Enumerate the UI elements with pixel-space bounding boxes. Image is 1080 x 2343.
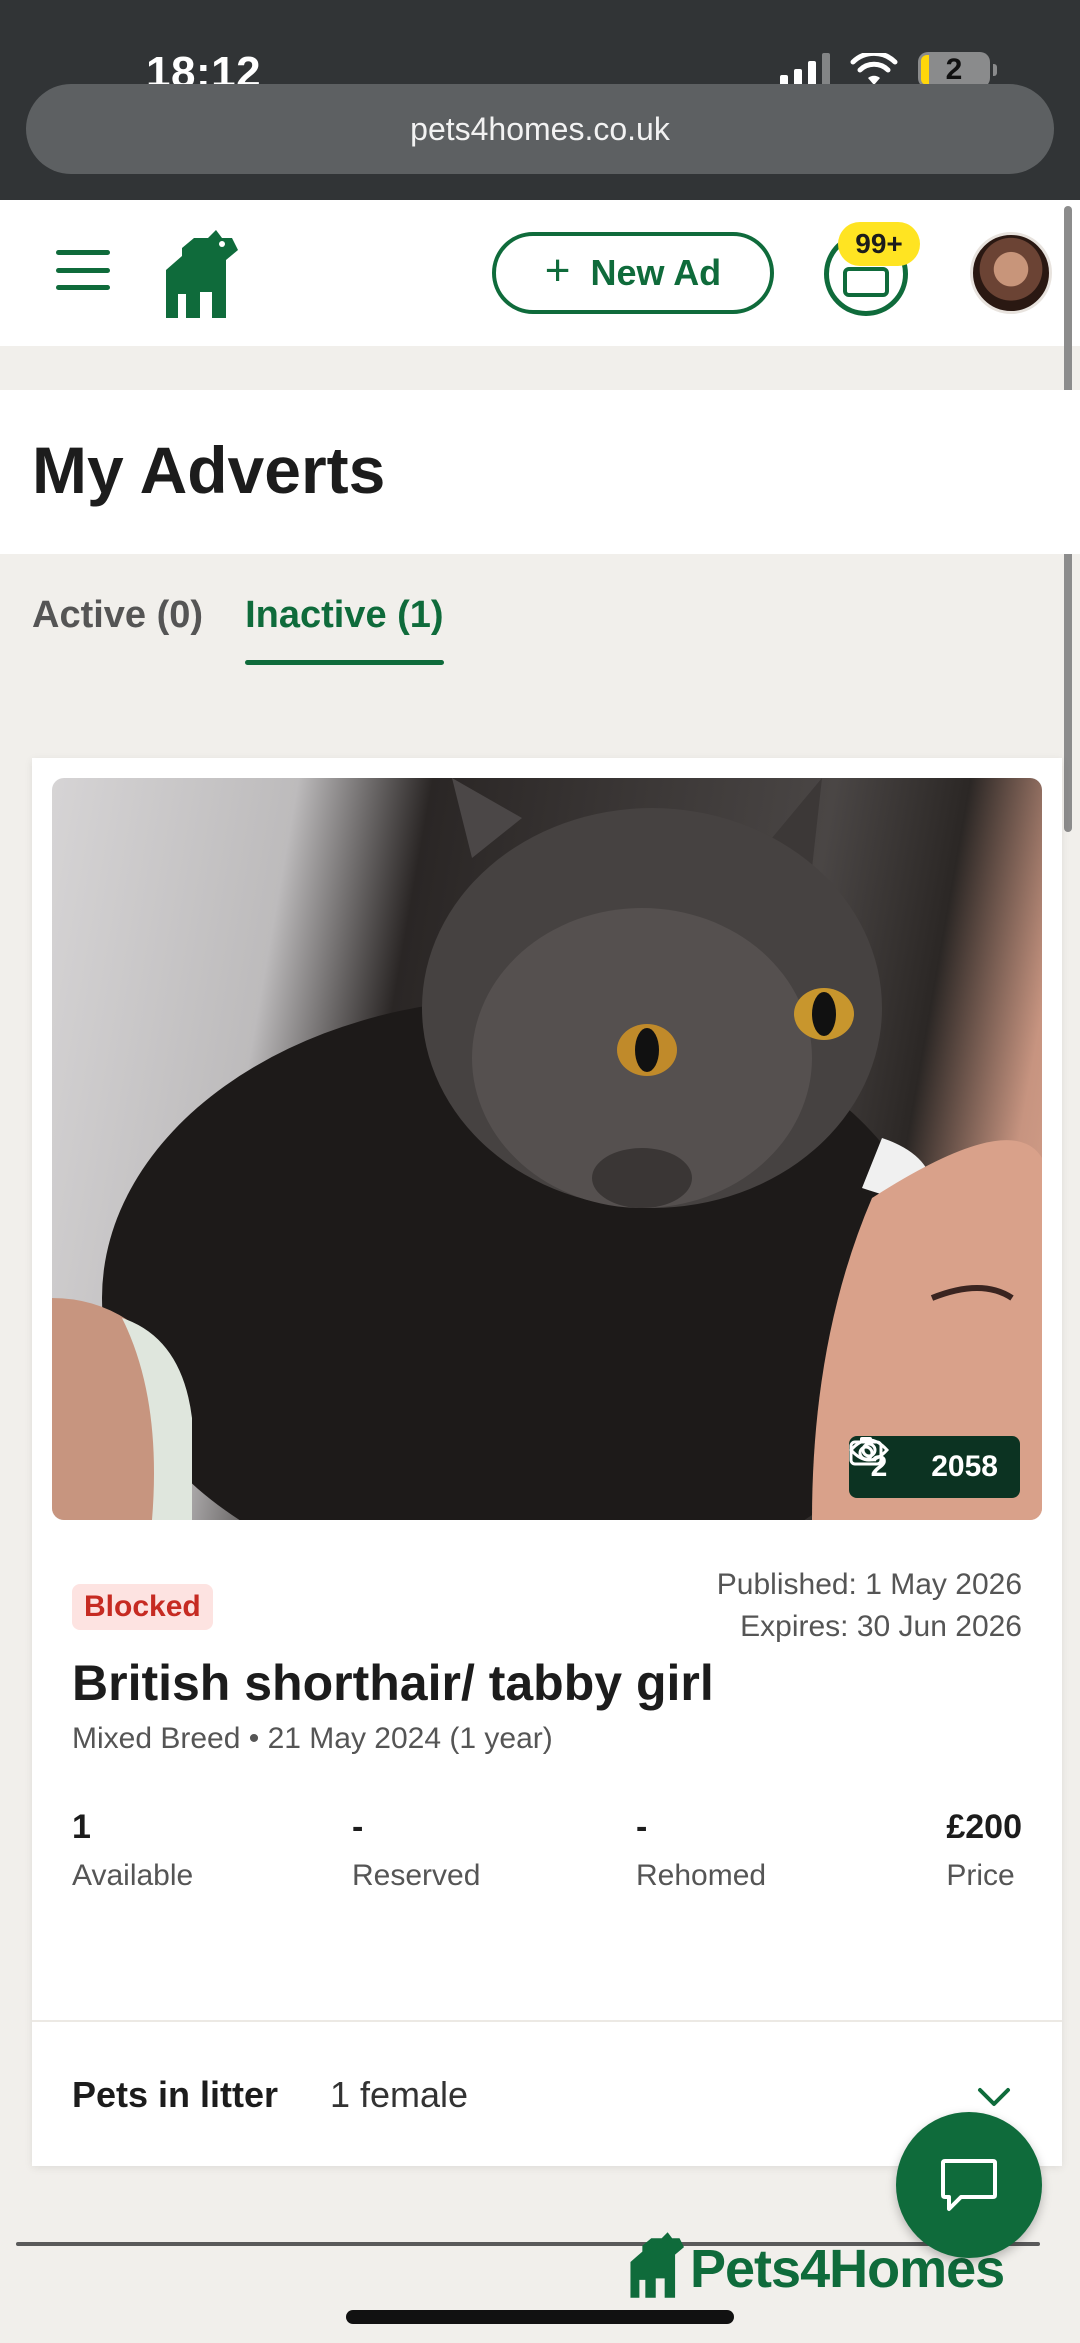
advert-card[interactable]: 2 2058 Blocked Published: 1 May 2026 Exp… <box>32 758 1062 2166</box>
home-indicator[interactable] <box>346 2310 734 2324</box>
messages-count-badge: 99+ <box>838 222 920 266</box>
stat-available: 1 Available <box>72 1808 193 1893</box>
battery-icon: 2 <box>918 52 997 88</box>
page-title: My Adverts <box>32 433 386 507</box>
stat-reserved-label: Reserved <box>352 1859 481 1892</box>
stat-rehomed-value: - <box>636 1808 648 1846</box>
stat-reserved: - Reserved <box>352 1808 480 1893</box>
url-bar[interactable]: pets4homes.co.uk <box>26 84 1054 174</box>
battery-level: 2 <box>945 53 963 86</box>
stat-reserved-value: - <box>352 1808 364 1846</box>
expires-date: Expires: 30 Jun 2026 <box>740 1610 1022 1643</box>
stat-available-label: Available <box>72 1859 194 1892</box>
menu-icon[interactable] <box>56 250 110 290</box>
advert-photo[interactable]: 2 2058 <box>52 778 1042 1520</box>
avatar[interactable] <box>970 232 1052 314</box>
chat-button[interactable] <box>896 2112 1042 2258</box>
advert-title[interactable]: British shorthair/ tabby girl <box>72 1654 714 1712</box>
site-header: + New Ad 99+ <box>0 200 1080 346</box>
cellular-signal-icon <box>780 53 830 87</box>
published-date: Published: 1 May 2026 <box>716 1568 1022 1601</box>
pets4homes-footer-logo-icon <box>630 2232 684 2298</box>
tab-active[interactable]: Active (0) <box>32 594 203 665</box>
url-text: pets4homes.co.uk <box>410 110 670 147</box>
wifi-icon <box>850 53 898 85</box>
litter-value: 1 female <box>330 2074 469 2115</box>
status-icons: 2 <box>780 52 997 88</box>
new-ad-label: New Ad <box>590 252 722 293</box>
plus-icon: + <box>544 246 571 295</box>
pets4homes-logo-icon[interactable] <box>160 230 238 318</box>
chevron-down-icon[interactable] <box>976 2078 1012 2114</box>
stat-price-value: £200 <box>946 1808 1022 1846</box>
status-badge: Blocked <box>72 1584 213 1630</box>
new-ad-button[interactable]: + New Ad <box>492 232 774 314</box>
view-count: 2058 <box>931 1450 998 1483</box>
cat-photo-illustration <box>52 778 1042 1520</box>
photo-stats: 2 2058 <box>848 1436 1020 1498</box>
litter-label: Pets in litter <box>72 2074 279 2115</box>
inbox-icon <box>843 267 889 297</box>
stat-price: £200 Price <box>946 1808 1022 1893</box>
stat-price-label: Price <box>946 1859 1015 1892</box>
tab-inactive[interactable]: Inactive (1) <box>245 594 444 665</box>
eye-icon <box>848 1438 889 1462</box>
browser-chrome: 18:12 2 pets4homes.co.uk <box>0 0 1080 200</box>
chat-icon <box>941 2159 997 2211</box>
advert-dates: Published: 1 May 2026 Expires: 30 Jun 20… <box>717 1564 1022 1648</box>
advert-stats: 1 Available - Reserved - Rehomed £200 Pr… <box>72 1808 1022 1908</box>
stat-available-value: 1 <box>72 1808 91 1846</box>
page-title-bar: My Adverts <box>0 390 1080 554</box>
advert-subtitle: Mixed Breed • 21 May 2024 (1 year) <box>72 1722 553 1755</box>
advert-tabs: Active (0) Inactive (1) <box>32 594 444 665</box>
stat-rehomed-label: Rehomed <box>636 1859 767 1892</box>
stat-rehomed: - Rehomed <box>636 1808 766 1893</box>
